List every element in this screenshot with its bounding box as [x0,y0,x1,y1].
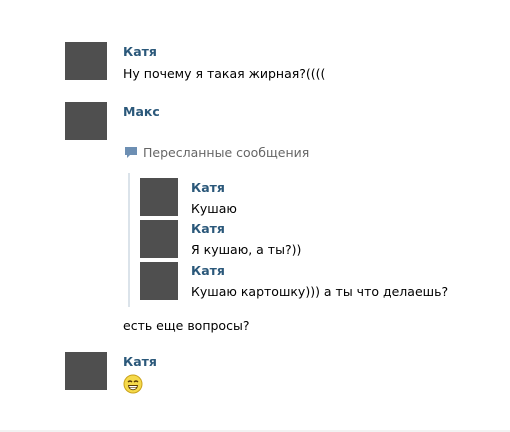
avatar[interactable] [65,352,107,390]
avatar[interactable] [140,220,178,258]
author-name[interactable]: Катя [191,180,225,196]
avatar[interactable] [140,262,178,300]
message-text: Я кушаю, а ты?)) [191,242,302,257]
author-name[interactable]: Катя [123,44,157,60]
author-name[interactable]: Катя [191,263,225,279]
avatar[interactable] [65,42,107,80]
avatar[interactable] [140,178,178,216]
author-name[interactable]: Катя [123,354,157,370]
message-text: Ну почему я такая жирная?(((( [123,66,326,81]
avatar[interactable] [65,102,107,140]
message-text: есть еще вопросы? [123,318,250,333]
author-name[interactable]: Катя [191,221,225,237]
quote-bar [128,173,130,307]
author-name[interactable]: Макс [123,104,160,120]
smiley-icon [123,374,143,394]
message-text: Кушаю картошку))) а ты что делаешь? [191,284,449,299]
speech-bubble-icon [125,147,137,158]
message-text: Кушаю [191,201,237,216]
forwarded-messages-text: Пересланные сообщения [143,144,310,160]
forwarded-messages-label: Пересланные сообщения [125,144,309,160]
